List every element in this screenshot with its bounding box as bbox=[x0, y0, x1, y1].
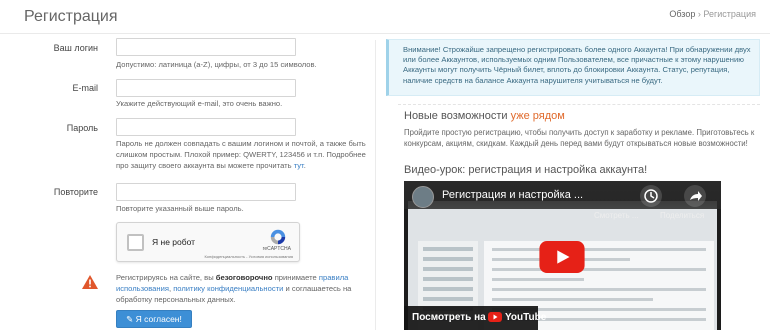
agreement-text-1: Регистрируясь на сайте, вы bbox=[116, 273, 214, 282]
share-icon[interactable] bbox=[684, 185, 706, 207]
recaptcha-logo-icon bbox=[270, 229, 286, 245]
warning-icon bbox=[82, 275, 98, 289]
password-help-link[interactable]: тут bbox=[294, 161, 304, 170]
edit-icon: ✎ bbox=[126, 314, 134, 324]
features-title-text: Новые возможности bbox=[404, 110, 508, 122]
email-help: Укажите действующий e-mail, это очень ва… bbox=[116, 99, 283, 108]
watch-on-youtube-bar[interactable]: Посмотреть на YouTube bbox=[404, 306, 546, 330]
password-input[interactable] bbox=[116, 118, 296, 136]
password-help: Пароль не должен совпадать с вашим логин… bbox=[116, 138, 366, 171]
agreement-comma: , bbox=[168, 284, 172, 293]
watch-on-label: Посмотреть на bbox=[412, 312, 486, 323]
video-section-title: Видео-урок: регистрация и настройка акка… bbox=[404, 164, 648, 176]
breadcrumb: Обзор › Регистрация bbox=[669, 9, 756, 19]
recaptcha-widget: Я не робот reCAPTCHA Конфиденциальность … bbox=[116, 222, 300, 262]
features-title-highlight: уже рядом bbox=[510, 110, 565, 122]
agreement-bold: безоговорочно bbox=[215, 273, 273, 282]
repeat-password-input[interactable] bbox=[116, 183, 296, 201]
breadcrumb-separator: › bbox=[697, 9, 701, 19]
agreement-text-2: принимаете bbox=[274, 273, 317, 282]
page-title: Регистрация bbox=[24, 8, 118, 25]
email-input[interactable] bbox=[116, 79, 296, 97]
video-title[interactable]: Регистрация и настройка ... bbox=[442, 189, 583, 201]
login-input[interactable] bbox=[116, 38, 296, 56]
breadcrumb-current: Регистрация bbox=[703, 9, 756, 19]
channel-avatar[interactable] bbox=[412, 186, 434, 208]
repeat-help: Повторите указанный выше пароль. bbox=[116, 204, 244, 213]
email-label: E-mail bbox=[72, 83, 98, 93]
youtube-wordmark: YouTube bbox=[505, 312, 547, 323]
youtube-logo-icon bbox=[488, 312, 502, 322]
agree-submit-button[interactable]: ✎ Я согласен! bbox=[116, 310, 192, 328]
login-help: Допустимо: латиница (a-Z), цифры, от 3 д… bbox=[116, 60, 317, 69]
section-divider bbox=[398, 104, 760, 105]
repeat-label: Повторите bbox=[53, 187, 98, 197]
privacy-policy-link[interactable]: политику конфиденциальности bbox=[173, 284, 283, 293]
video-player[interactable]: Регистрация и настройка ... Смотреть ...… bbox=[404, 181, 721, 330]
features-title: Новые возможности уже рядом bbox=[404, 110, 565, 122]
share-label[interactable]: Поделиться bbox=[660, 211, 704, 220]
recaptcha-brand: reCAPTCHA bbox=[262, 246, 291, 252]
password-help-end: . bbox=[303, 161, 306, 170]
password-help-text: Пароль не должен совпадать с вашим логин… bbox=[116, 139, 366, 170]
breadcrumb-home[interactable]: Обзор bbox=[669, 9, 695, 19]
clock-icon[interactable] bbox=[640, 185, 662, 207]
play-button-icon[interactable] bbox=[538, 241, 586, 273]
features-text: Пройдите простую регистрацию, чтобы полу… bbox=[404, 128, 755, 148]
password-label: Пароль bbox=[66, 123, 98, 133]
video-header: Регистрация и настройка ... bbox=[404, 181, 721, 209]
recaptcha-checkbox[interactable] bbox=[127, 234, 144, 251]
watch-later-label[interactable]: Смотреть ... bbox=[594, 211, 639, 220]
agree-submit-label: Я согласен! bbox=[135, 314, 182, 324]
column-divider bbox=[375, 40, 376, 330]
recaptcha-label: Я не робот bbox=[152, 237, 196, 247]
agreement-text: Регистрируясь на сайте, вы безоговорочно… bbox=[116, 272, 361, 305]
login-label: Ваш логин bbox=[53, 43, 98, 53]
header-divider bbox=[0, 33, 770, 34]
recaptcha-links[interactable]: Конфиденциальность - Условия использован… bbox=[204, 254, 293, 259]
warning-alert: Внимание! Строжайше запрещено регистриро… bbox=[386, 39, 760, 96]
